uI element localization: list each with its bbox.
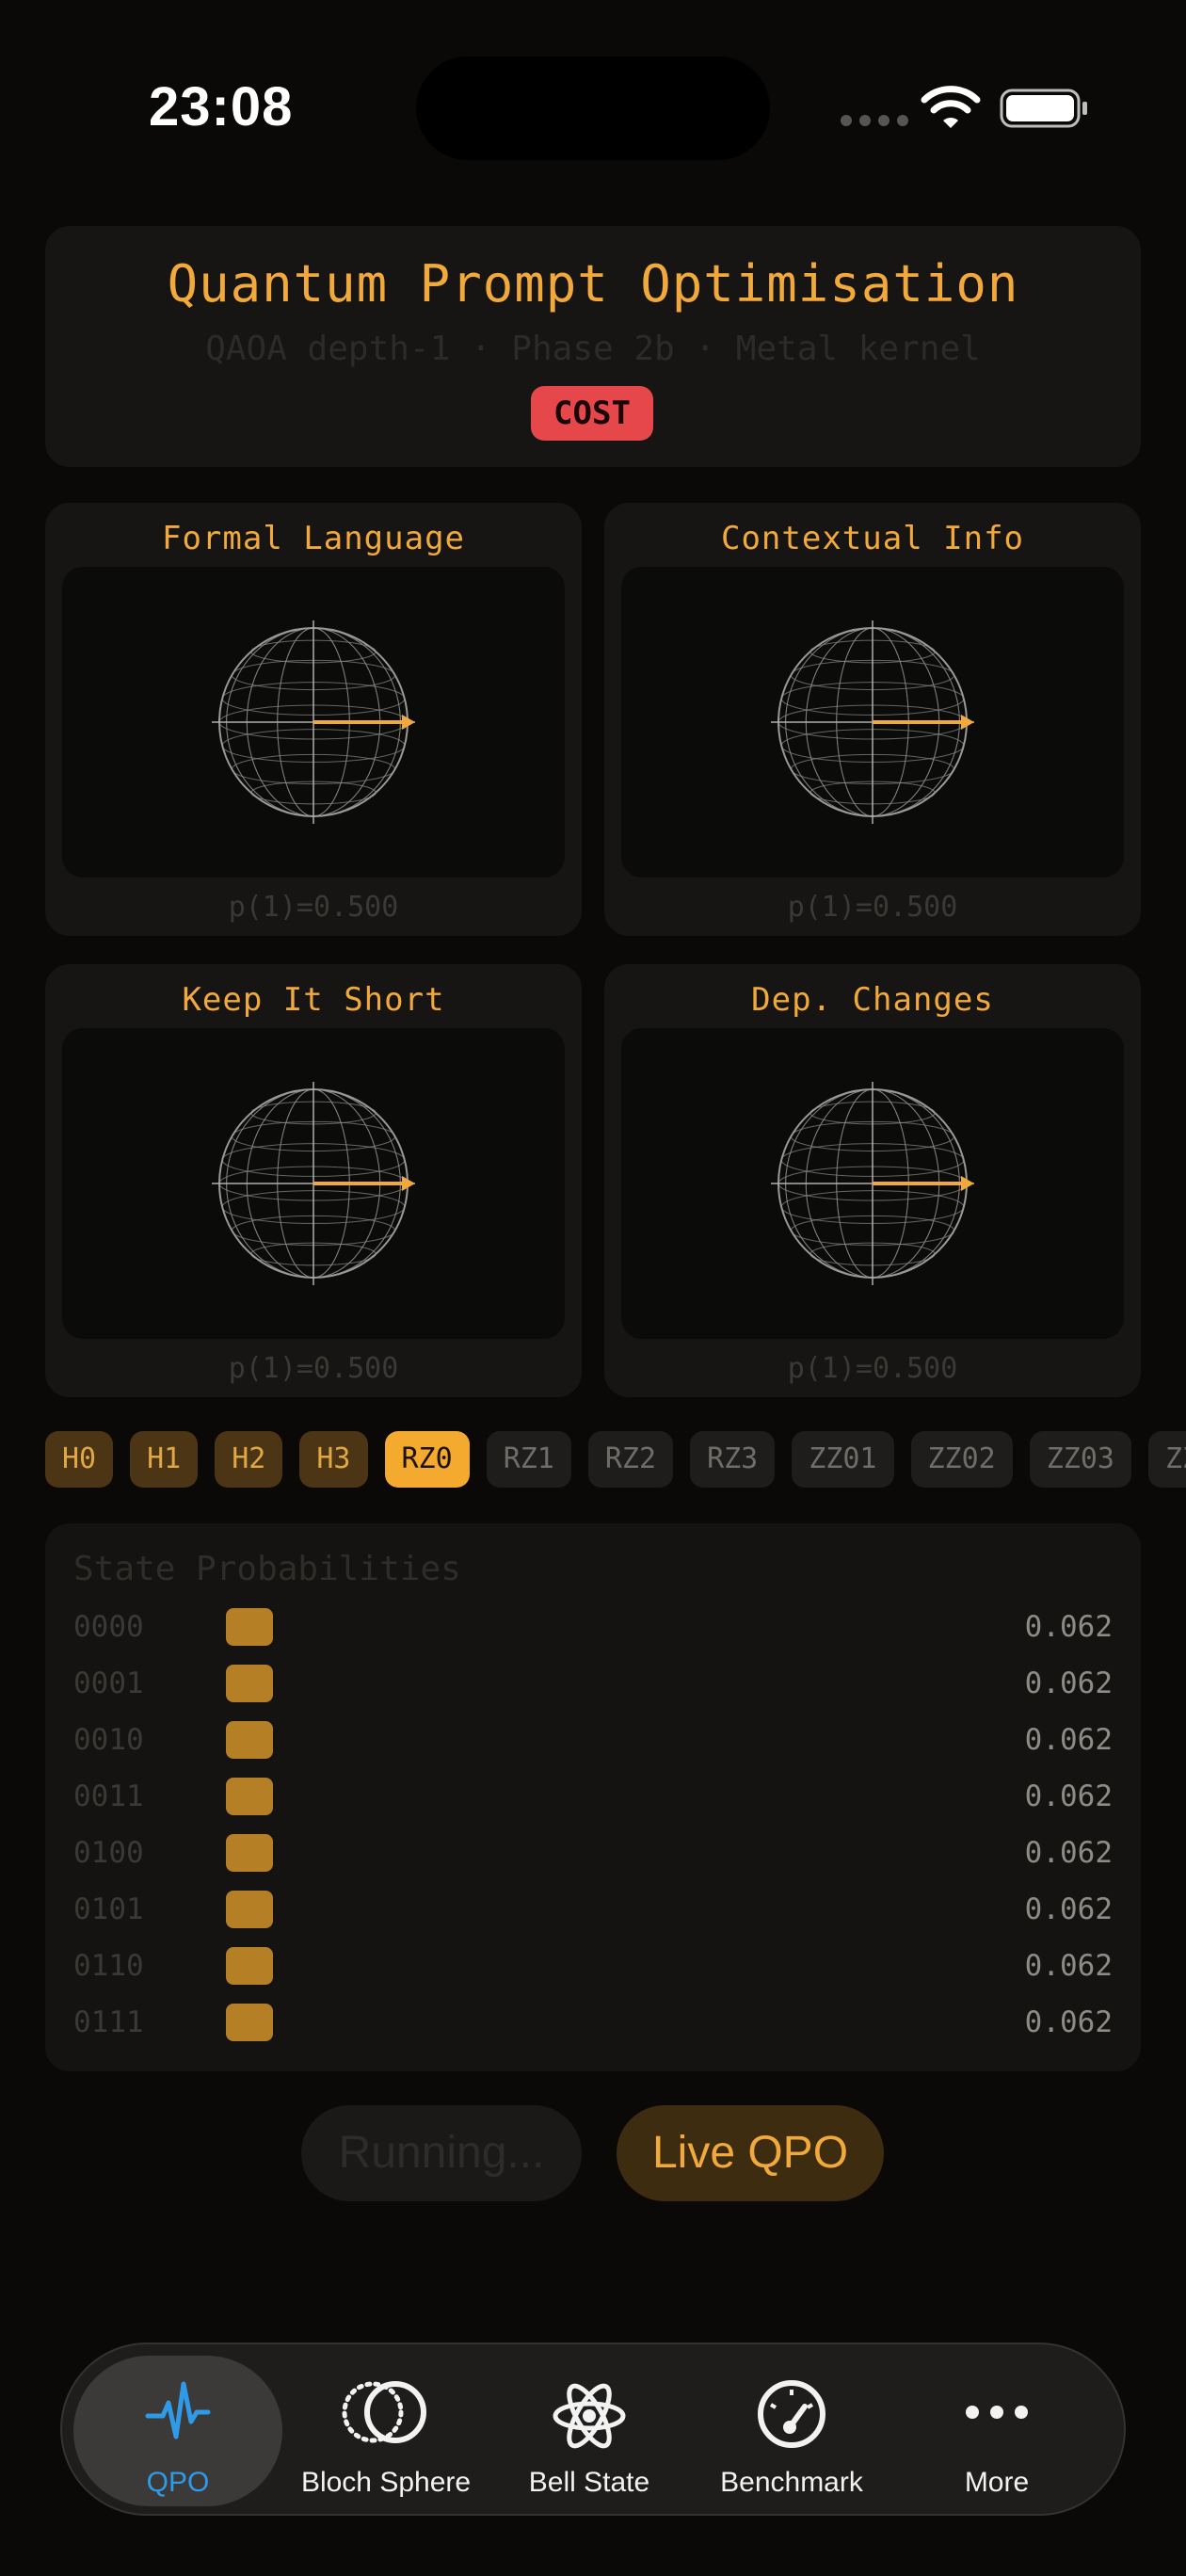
bloch-sphere-icon	[771, 620, 974, 824]
battery-icon	[1000, 89, 1087, 128]
waveform-icon	[145, 2381, 211, 2439]
state-label: 0001	[73, 1666, 144, 1700]
probability-bar	[226, 1778, 273, 1815]
bloch-sphere-view[interactable]	[62, 1028, 565, 1339]
gate-sequence: H0 H1 H2 H3 RZ0 RZ1 RZ2 RZ3 ZZ01 ZZ02 ZZ…	[45, 1431, 1186, 1488]
tab-bloch-sphere[interactable]: Bloch Sphere	[282, 2356, 489, 2506]
probability-bar	[226, 2004, 273, 2041]
atom-icon	[553, 2383, 626, 2449]
probability-row: 0101 0.062	[73, 1889, 1113, 1930]
probability-bar	[226, 1947, 273, 1985]
bloch-sphere-view[interactable]	[621, 567, 1124, 877]
gate-chip-zz03[interactable]: ZZ03	[1029, 1431, 1131, 1488]
probability-value: 0.062	[1024, 1836, 1113, 1870]
state-label: 0100	[73, 1836, 144, 1870]
state-label: 0101	[73, 1892, 144, 1926]
state-label: 0011	[73, 1779, 144, 1813]
ellipsis-icon	[966, 2406, 1028, 2419]
page-subtitle: QAOA depth-1 · Phase 2b · Metal kernel	[205, 330, 981, 368]
qubit-probability: p(1)=0.500	[787, 891, 958, 924]
tab-more[interactable]: More	[894, 2356, 1099, 2506]
probability-value: 0.062	[1024, 2005, 1113, 2039]
tab-label: Bell State	[528, 2467, 650, 2498]
tab-label: Benchmark	[720, 2467, 863, 2498]
live-qpo-button[interactable]: Live QPO	[617, 2105, 884, 2201]
gate-chip-rz3[interactable]: RZ3	[690, 1431, 776, 1488]
gate-chip-rz1[interactable]: RZ1	[486, 1431, 571, 1488]
qubit-title: Formal Language	[161, 520, 466, 557]
probability-row: 0011 0.062	[73, 1776, 1113, 1817]
cellular-signal-icon	[841, 115, 908, 126]
tab-label: Bloch Sphere	[300, 2467, 472, 2498]
cost-badge[interactable]: COST	[531, 386, 653, 441]
probability-value: 0.062	[1024, 1610, 1113, 1644]
qubit-probability: p(1)=0.500	[228, 891, 399, 924]
probability-row: 0010 0.062	[73, 1719, 1113, 1761]
dynamic-island	[416, 56, 770, 160]
gate-chip-h3[interactable]: H3	[299, 1431, 368, 1488]
state-label: 0010	[73, 1723, 144, 1757]
gate-chip-h0[interactable]: H0	[45, 1431, 114, 1488]
gate-chip-h2[interactable]: H2	[215, 1431, 283, 1488]
state-probabilities-panel: State Probabilities 0000 0.062 0001 0.06…	[45, 1523, 1141, 2071]
wifi-icon	[921, 86, 981, 128]
qubit-title: Dep. Changes	[751, 981, 994, 1019]
status-time: 23:08	[149, 76, 294, 137]
page-title: Quantum Prompt Optimisation	[167, 254, 1019, 314]
probability-bar	[226, 1721, 273, 1759]
state-label: 0110	[73, 1949, 144, 1983]
probability-row: 0000 0.062	[73, 1606, 1113, 1648]
probability-row: 0001 0.062	[73, 1663, 1113, 1704]
bloch-sphere-icon	[212, 620, 415, 824]
tab-label: QPO	[146, 2467, 210, 2498]
qubit-probability: p(1)=0.500	[228, 1352, 399, 1385]
probability-value: 0.062	[1024, 1779, 1113, 1813]
gate-chip-rz0[interactable]: RZ0	[384, 1431, 470, 1488]
bloch-sphere-icon	[212, 1082, 415, 1285]
bloch-sphere-icon	[771, 1082, 974, 1285]
state-label: 0111	[73, 2005, 144, 2039]
qubit-card-dep-changes: Dep. Changes p(1)=0.500	[604, 964, 1141, 1397]
probability-bar	[226, 1608, 273, 1646]
probability-bar	[226, 1834, 273, 1872]
probability-value: 0.062	[1024, 1723, 1113, 1757]
bloch-sphere-view[interactable]	[621, 1028, 1124, 1339]
probability-row: 0111 0.062	[73, 2002, 1113, 2043]
probability-row: 0110 0.062	[73, 1945, 1113, 1987]
gate-chip-zz02[interactable]: ZZ02	[910, 1431, 1013, 1488]
bloch-sphere-view[interactable]	[62, 567, 565, 877]
gate-chip-zz01[interactable]: ZZ01	[792, 1431, 894, 1488]
state-label: 0000	[73, 1610, 144, 1644]
qubit-card-keep-it-short: Keep It Short p(1)=0.500	[45, 964, 582, 1397]
qubit-title: Keep It Short	[182, 981, 445, 1019]
probability-value: 0.062	[1024, 1892, 1113, 1926]
gate-chip-h1[interactable]: H1	[130, 1431, 199, 1488]
probability-bar	[226, 1665, 273, 1702]
section-title: State Probabilities	[73, 1550, 461, 1588]
running-button[interactable]: Running...	[301, 2105, 582, 2201]
gate-chip-zz12[interactable]: ZZ12	[1148, 1431, 1186, 1488]
qubit-card-formal-language: Formal Language p(1)=0.500	[45, 503, 582, 936]
tab-qpo[interactable]: QPO	[73, 2356, 282, 2506]
tab-benchmark[interactable]: Benchmark	[689, 2356, 894, 2506]
probability-row: 0100 0.062	[73, 1832, 1113, 1874]
tab-label: More	[964, 2467, 1030, 2498]
probability-value: 0.062	[1024, 1949, 1113, 1983]
tab-bar: QPO Bloch Sphere Bell State Benchmark Mo…	[60, 2343, 1126, 2516]
probability-bar	[226, 1891, 273, 1928]
gate-chip-rz2[interactable]: RZ2	[587, 1431, 674, 1488]
qubit-card-contextual-info: Contextual Info p(1)=0.500	[604, 503, 1141, 936]
qubit-title: Contextual Info	[720, 520, 1025, 557]
qubit-probability: p(1)=0.500	[787, 1352, 958, 1385]
probability-value: 0.062	[1024, 1666, 1113, 1700]
gauge-icon	[758, 2380, 825, 2448]
bloch-sphere-icon	[342, 2381, 426, 2443]
tab-bell-state[interactable]: Bell State	[489, 2356, 689, 2506]
